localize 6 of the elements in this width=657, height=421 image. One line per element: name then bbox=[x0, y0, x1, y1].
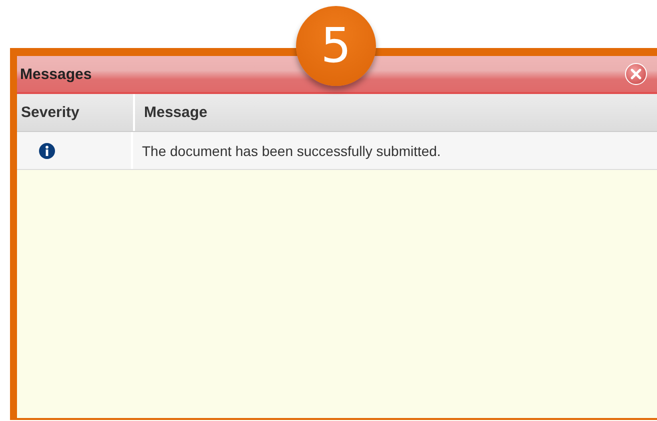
info-icon bbox=[39, 142, 55, 158]
close-icon[interactable] bbox=[625, 63, 647, 85]
panel-title: Messages bbox=[20, 66, 92, 82]
step-badge: 5 bbox=[296, 6, 376, 86]
column-header[interactable]: Severity bbox=[17, 94, 133, 131]
message-text: The document has been successfully submitted. bbox=[142, 142, 441, 158]
